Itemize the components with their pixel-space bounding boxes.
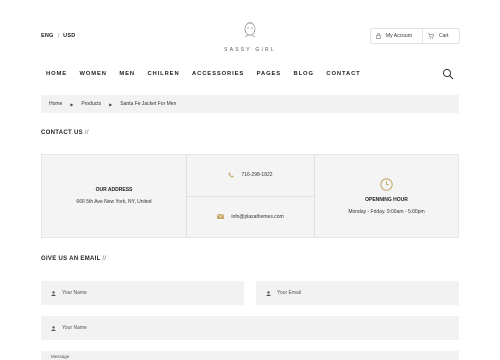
hours-label: OPENNING HOUR xyxy=(365,196,408,203)
lock-icon xyxy=(376,33,381,39)
nav-item-women[interactable]: WOMEN xyxy=(80,71,107,77)
phone-icon xyxy=(228,172,234,178)
user-icon xyxy=(51,325,56,331)
name-field[interactable]: Your Name xyxy=(41,281,244,305)
language-currency: ENG | USD xyxy=(41,33,75,39)
phone-row: 716-298-1822 xyxy=(187,155,314,196)
contact-info-panel: OUR ADDRESS 666 5th Ave New York, NY, Un… xyxy=(41,154,459,238)
logo-icon xyxy=(244,22,256,38)
address-block: OUR ADDRESS 666 5th Ave New York, NY, Un… xyxy=(42,155,187,237)
email-value[interactable]: info@plazathemes.com xyxy=(231,214,283,220)
main-nav: HOME WOMEN MEN CHILREN ACCESSORIES PAGES… xyxy=(46,71,373,77)
my-account-label: My Account xyxy=(386,33,412,39)
user-icon xyxy=(51,290,56,296)
message-placeholder: Message xyxy=(51,354,70,359)
name-field-2[interactable]: Your Name xyxy=(41,316,459,340)
divider: | xyxy=(57,33,60,39)
nav-item-blog[interactable]: BLOG xyxy=(294,71,314,77)
cart-link[interactable]: Cart xyxy=(423,29,459,43)
nav-item-pages[interactable]: PAGES xyxy=(257,71,281,77)
email-form-heading-text: GIVE US AN EMAIL xyxy=(41,256,101,262)
currency-selector[interactable]: USD xyxy=(63,33,75,39)
cart-label: Cart xyxy=(439,33,449,39)
breadcrumb: Home ▶ Products ▶ Santa Fe Jacket For Me… xyxy=(41,95,459,113)
email-placeholder: Your Email xyxy=(277,290,301,296)
hours-block: OPENNING HOUR Monday - Friday. 9:00am - … xyxy=(315,155,458,237)
chevron-right-icon: ▶ xyxy=(109,101,113,107)
nav-item-accessories[interactable]: ACCESSORIES xyxy=(192,71,244,77)
my-account-link[interactable]: My Account xyxy=(371,29,423,43)
user-icon xyxy=(266,290,271,296)
breadcrumb-current: Santa Fe Jacket For Men xyxy=(120,101,177,107)
message-field[interactable]: Message xyxy=(41,351,459,360)
breadcrumb-home[interactable]: Home xyxy=(49,101,62,107)
envelope-icon xyxy=(217,214,225,220)
chevron-right-icon: ▶ xyxy=(70,101,74,107)
clock-icon xyxy=(380,177,393,191)
email-form-heading: GIVE US AN EMAIL // xyxy=(41,256,106,262)
language-selector[interactable]: ENG xyxy=(41,33,54,39)
contact-heading: CONTACT US // xyxy=(41,130,89,136)
cart-icon xyxy=(428,33,434,39)
account-cart-box: My Account Cart xyxy=(370,28,460,44)
nav-item-chilren[interactable]: CHILREN xyxy=(147,71,179,77)
contact-heading-text: CONTACT US xyxy=(41,130,83,136)
nav-item-men[interactable]: MEN xyxy=(119,71,135,77)
hours-value: Monday - Friday. 9:00am - 5:00pm xyxy=(348,208,425,215)
phone-value[interactable]: 716-298-1822 xyxy=(241,172,272,178)
logo-text: SASSY GIRL xyxy=(224,47,276,53)
name-placeholder: Your Name xyxy=(62,290,87,296)
email-form-heading-slash: // xyxy=(102,256,107,262)
phone-email-block: 716-298-1822 info@plazathemes.com xyxy=(187,155,315,237)
site-logo[interactable]: SASSY GIRL xyxy=(223,22,277,53)
breadcrumb-products[interactable]: Products xyxy=(81,101,101,107)
email-field[interactable]: Your Email xyxy=(256,281,459,305)
contact-heading-slash: // xyxy=(84,130,89,136)
nav-item-home[interactable]: HOME xyxy=(46,71,67,77)
nav-item-contact[interactable]: CONTACT xyxy=(326,71,360,77)
address-value: 666 5th Ave New York, NY, United xyxy=(76,199,152,205)
search-icon[interactable] xyxy=(442,68,454,80)
name2-placeholder: Your Name xyxy=(62,325,87,331)
email-row: info@plazathemes.com xyxy=(187,195,314,238)
address-label: OUR ADDRESS xyxy=(95,187,133,193)
